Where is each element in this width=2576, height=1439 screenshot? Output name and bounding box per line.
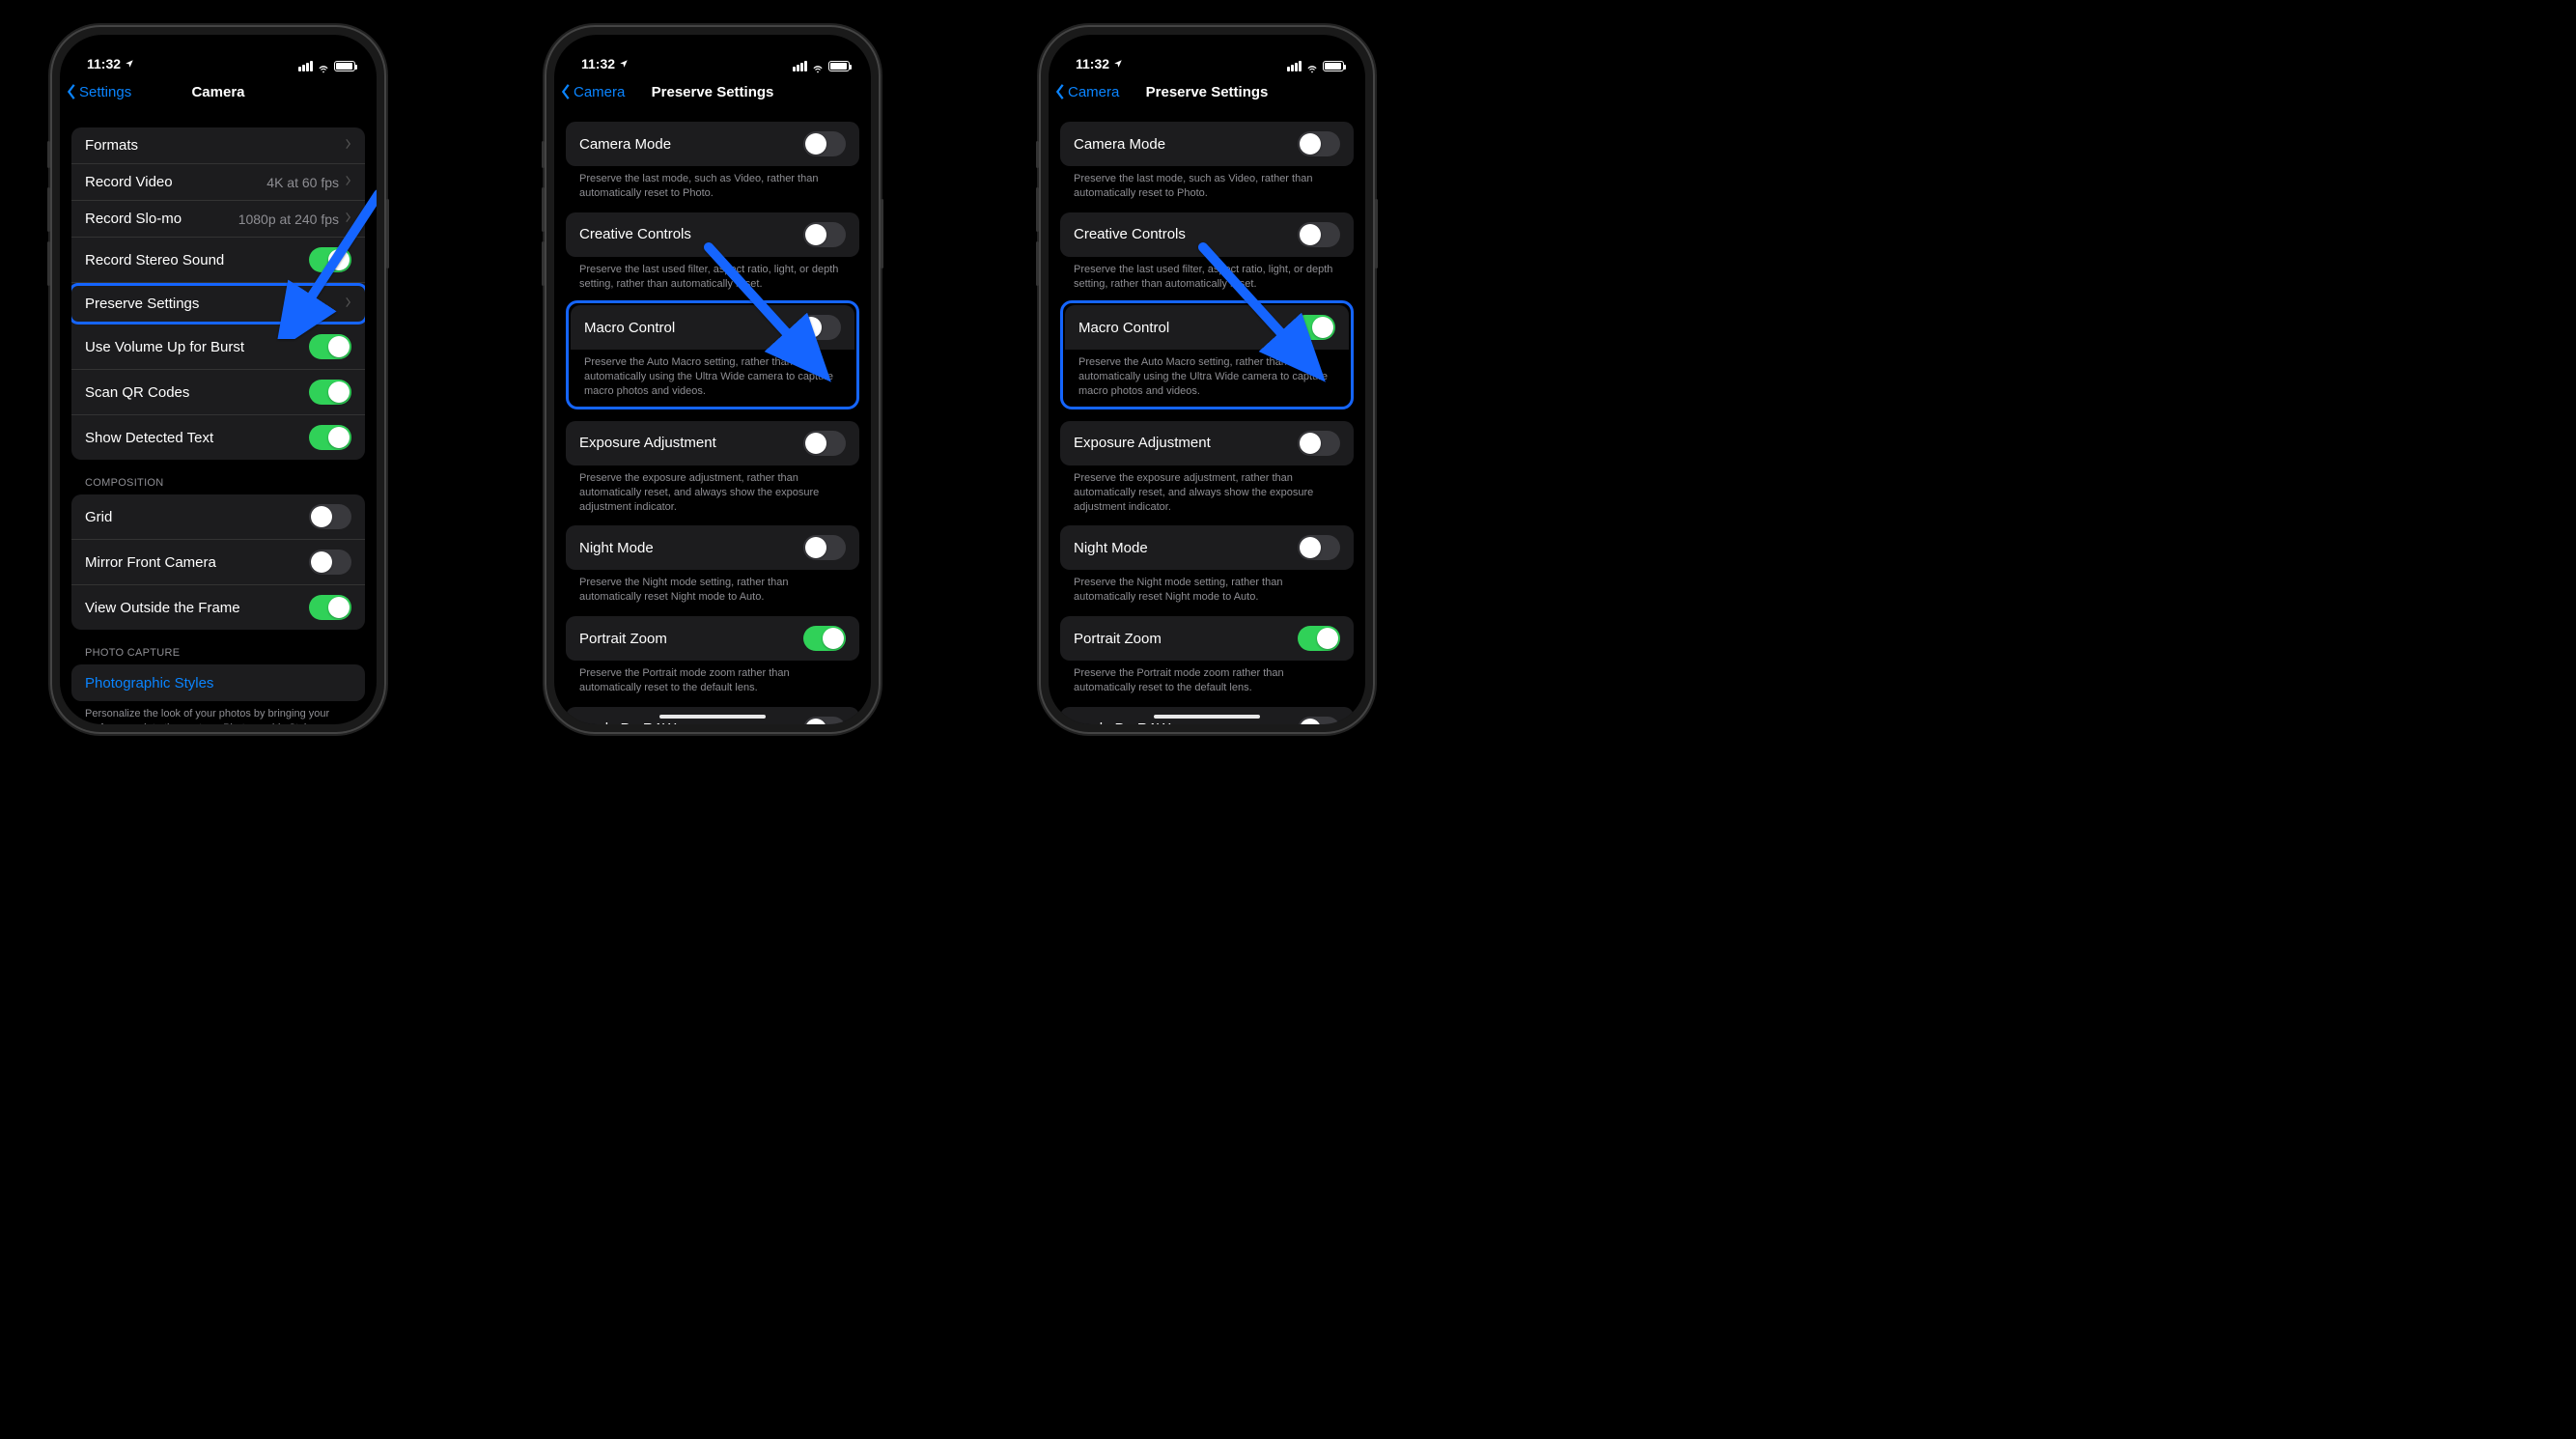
row-exposure: Exposure Adjustment (1060, 421, 1354, 466)
row-creative-controls: Creative Controls (566, 212, 859, 257)
photographic-styles-footer: Personalize the look of your photos by b… (71, 701, 365, 724)
macro-footer: Preserve the Auto Macro setting, rather … (1065, 350, 1349, 405)
row-scan-qr: Scan QR Codes (71, 370, 365, 415)
row-formats[interactable]: Formats (71, 127, 365, 164)
wifi-icon (317, 62, 330, 71)
macro-control-highlight: Macro Control Preserve the Auto Macro se… (566, 300, 859, 409)
portrait-footer: Preserve the Portrait mode zoom rather t… (1060, 661, 1354, 695)
exposure-footer: Preserve the exposure adjustment, rather… (1060, 466, 1354, 515)
cellular-icon (1287, 61, 1302, 71)
row-portrait-zoom: Portrait Zoom (1060, 616, 1354, 661)
row-creative-controls: Creative Controls (1060, 212, 1354, 257)
phone-preserve-settings-off: 11:32 Camera Preserve Settings Camera Mo… (545, 25, 881, 734)
location-icon (125, 56, 134, 71)
wifi-icon (1305, 62, 1319, 71)
toggle-portrait[interactable] (803, 626, 846, 651)
back-label: Camera (1068, 84, 1119, 100)
macro-control-highlight: Macro Control Preserve the Auto Macro se… (1060, 300, 1354, 409)
status-time: 11:32 (1076, 56, 1109, 71)
portrait-footer: Preserve the Portrait mode zoom rather t… (566, 661, 859, 695)
toggle-macro[interactable] (798, 315, 841, 340)
row-portrait-zoom: Portrait Zoom (566, 616, 859, 661)
toggle-macro[interactable] (1293, 315, 1335, 340)
back-label: Settings (79, 84, 131, 100)
row-photographic-styles[interactable]: Photographic Styles (71, 664, 365, 701)
nav-bar: Camera Preserve Settings (554, 73, 871, 110)
toggle-grid[interactable] (309, 504, 351, 529)
row-record-slomo[interactable]: Record Slo-mo 1080p at 240 fps (71, 201, 365, 238)
toggle-stereo[interactable] (309, 247, 351, 272)
back-button[interactable]: Settings (66, 83, 131, 100)
night-footer: Preserve the Night mode setting, rather … (566, 570, 859, 605)
toggle-camera-mode[interactable] (803, 131, 846, 156)
home-indicator[interactable] (1154, 715, 1260, 719)
back-button[interactable]: Camera (560, 83, 625, 100)
status-time: 11:32 (87, 56, 121, 71)
toggle-volume-burst[interactable] (309, 334, 351, 359)
battery-icon (334, 61, 355, 71)
row-outside-frame: View Outside the Frame (71, 585, 365, 630)
creative-footer: Preserve the last used filter, aspect ra… (1060, 257, 1354, 292)
chevron-right-icon (345, 211, 351, 227)
chevron-right-icon (345, 137, 351, 154)
nav-bar: Settings Camera (60, 73, 377, 110)
camera-mode-footer: Preserve the last mode, such as Video, r… (566, 166, 859, 201)
phone-preserve-settings-on: 11:32 Camera Preserve Settings Camera Mo… (1039, 25, 1375, 734)
page-title: Camera (191, 84, 244, 100)
row-night-mode: Night Mode (566, 525, 859, 570)
toggle-detected-text[interactable] (309, 425, 351, 450)
phone-camera-settings: 11:32 Settings Camera Formats (50, 25, 386, 734)
row-exposure: Exposure Adjustment (566, 421, 859, 466)
toggle-qr[interactable] (309, 380, 351, 405)
row-preserve-settings[interactable]: Preserve Settings (71, 283, 365, 324)
row-volume-burst: Use Volume Up for Burst (71, 324, 365, 370)
row-night-mode: Night Mode (1060, 525, 1354, 570)
photo-capture-header: PHOTO CAPTURE (71, 647, 365, 664)
battery-icon (828, 61, 850, 71)
cellular-icon (298, 61, 313, 71)
back-label: Camera (574, 84, 625, 100)
exposure-footer: Preserve the exposure adjustment, rather… (566, 466, 859, 515)
toggle-proraw[interactable] (1298, 717, 1340, 724)
row-mirror-front: Mirror Front Camera (71, 540, 365, 585)
page-title: Preserve Settings (652, 84, 774, 100)
toggle-night[interactable] (1298, 535, 1340, 560)
row-camera-mode: Camera Mode (566, 122, 859, 166)
toggle-proraw[interactable] (803, 717, 846, 724)
toggle-night[interactable] (803, 535, 846, 560)
night-footer: Preserve the Night mode setting, rather … (1060, 570, 1354, 605)
toggle-portrait[interactable] (1298, 626, 1340, 651)
row-macro-control: Macro Control (1065, 305, 1349, 350)
row-detected-text: Show Detected Text (71, 415, 365, 460)
home-indicator[interactable] (659, 715, 766, 719)
macro-footer: Preserve the Auto Macro setting, rather … (571, 350, 854, 405)
toggle-camera-mode[interactable] (1298, 131, 1340, 156)
toggle-mirror[interactable] (309, 550, 351, 575)
row-camera-mode: Camera Mode (1060, 122, 1354, 166)
toggle-creative[interactable] (803, 222, 846, 247)
battery-icon (1323, 61, 1344, 71)
row-record-video[interactable]: Record Video 4K at 60 fps (71, 164, 365, 201)
wifi-icon (811, 62, 825, 71)
page-title: Preserve Settings (1146, 84, 1269, 100)
chevron-right-icon (345, 174, 351, 190)
back-button[interactable]: Camera (1054, 83, 1119, 100)
row-stereo-sound: Record Stereo Sound (71, 238, 365, 283)
toggle-exposure[interactable] (803, 431, 846, 456)
location-icon (1113, 56, 1123, 71)
row-macro-control: Macro Control (571, 305, 854, 350)
toggle-exposure[interactable] (1298, 431, 1340, 456)
status-time: 11:32 (581, 56, 615, 71)
nav-bar: Camera Preserve Settings (1049, 73, 1365, 110)
creative-footer: Preserve the last used filter, aspect ra… (566, 257, 859, 292)
toggle-creative[interactable] (1298, 222, 1340, 247)
chevron-right-icon (345, 296, 351, 312)
toggle-outside-frame[interactable] (309, 595, 351, 620)
row-grid: Grid (71, 494, 365, 540)
composition-header: COMPOSITION (71, 477, 365, 494)
cellular-icon (793, 61, 807, 71)
location-icon (619, 56, 629, 71)
camera-mode-footer: Preserve the last mode, such as Video, r… (1060, 166, 1354, 201)
